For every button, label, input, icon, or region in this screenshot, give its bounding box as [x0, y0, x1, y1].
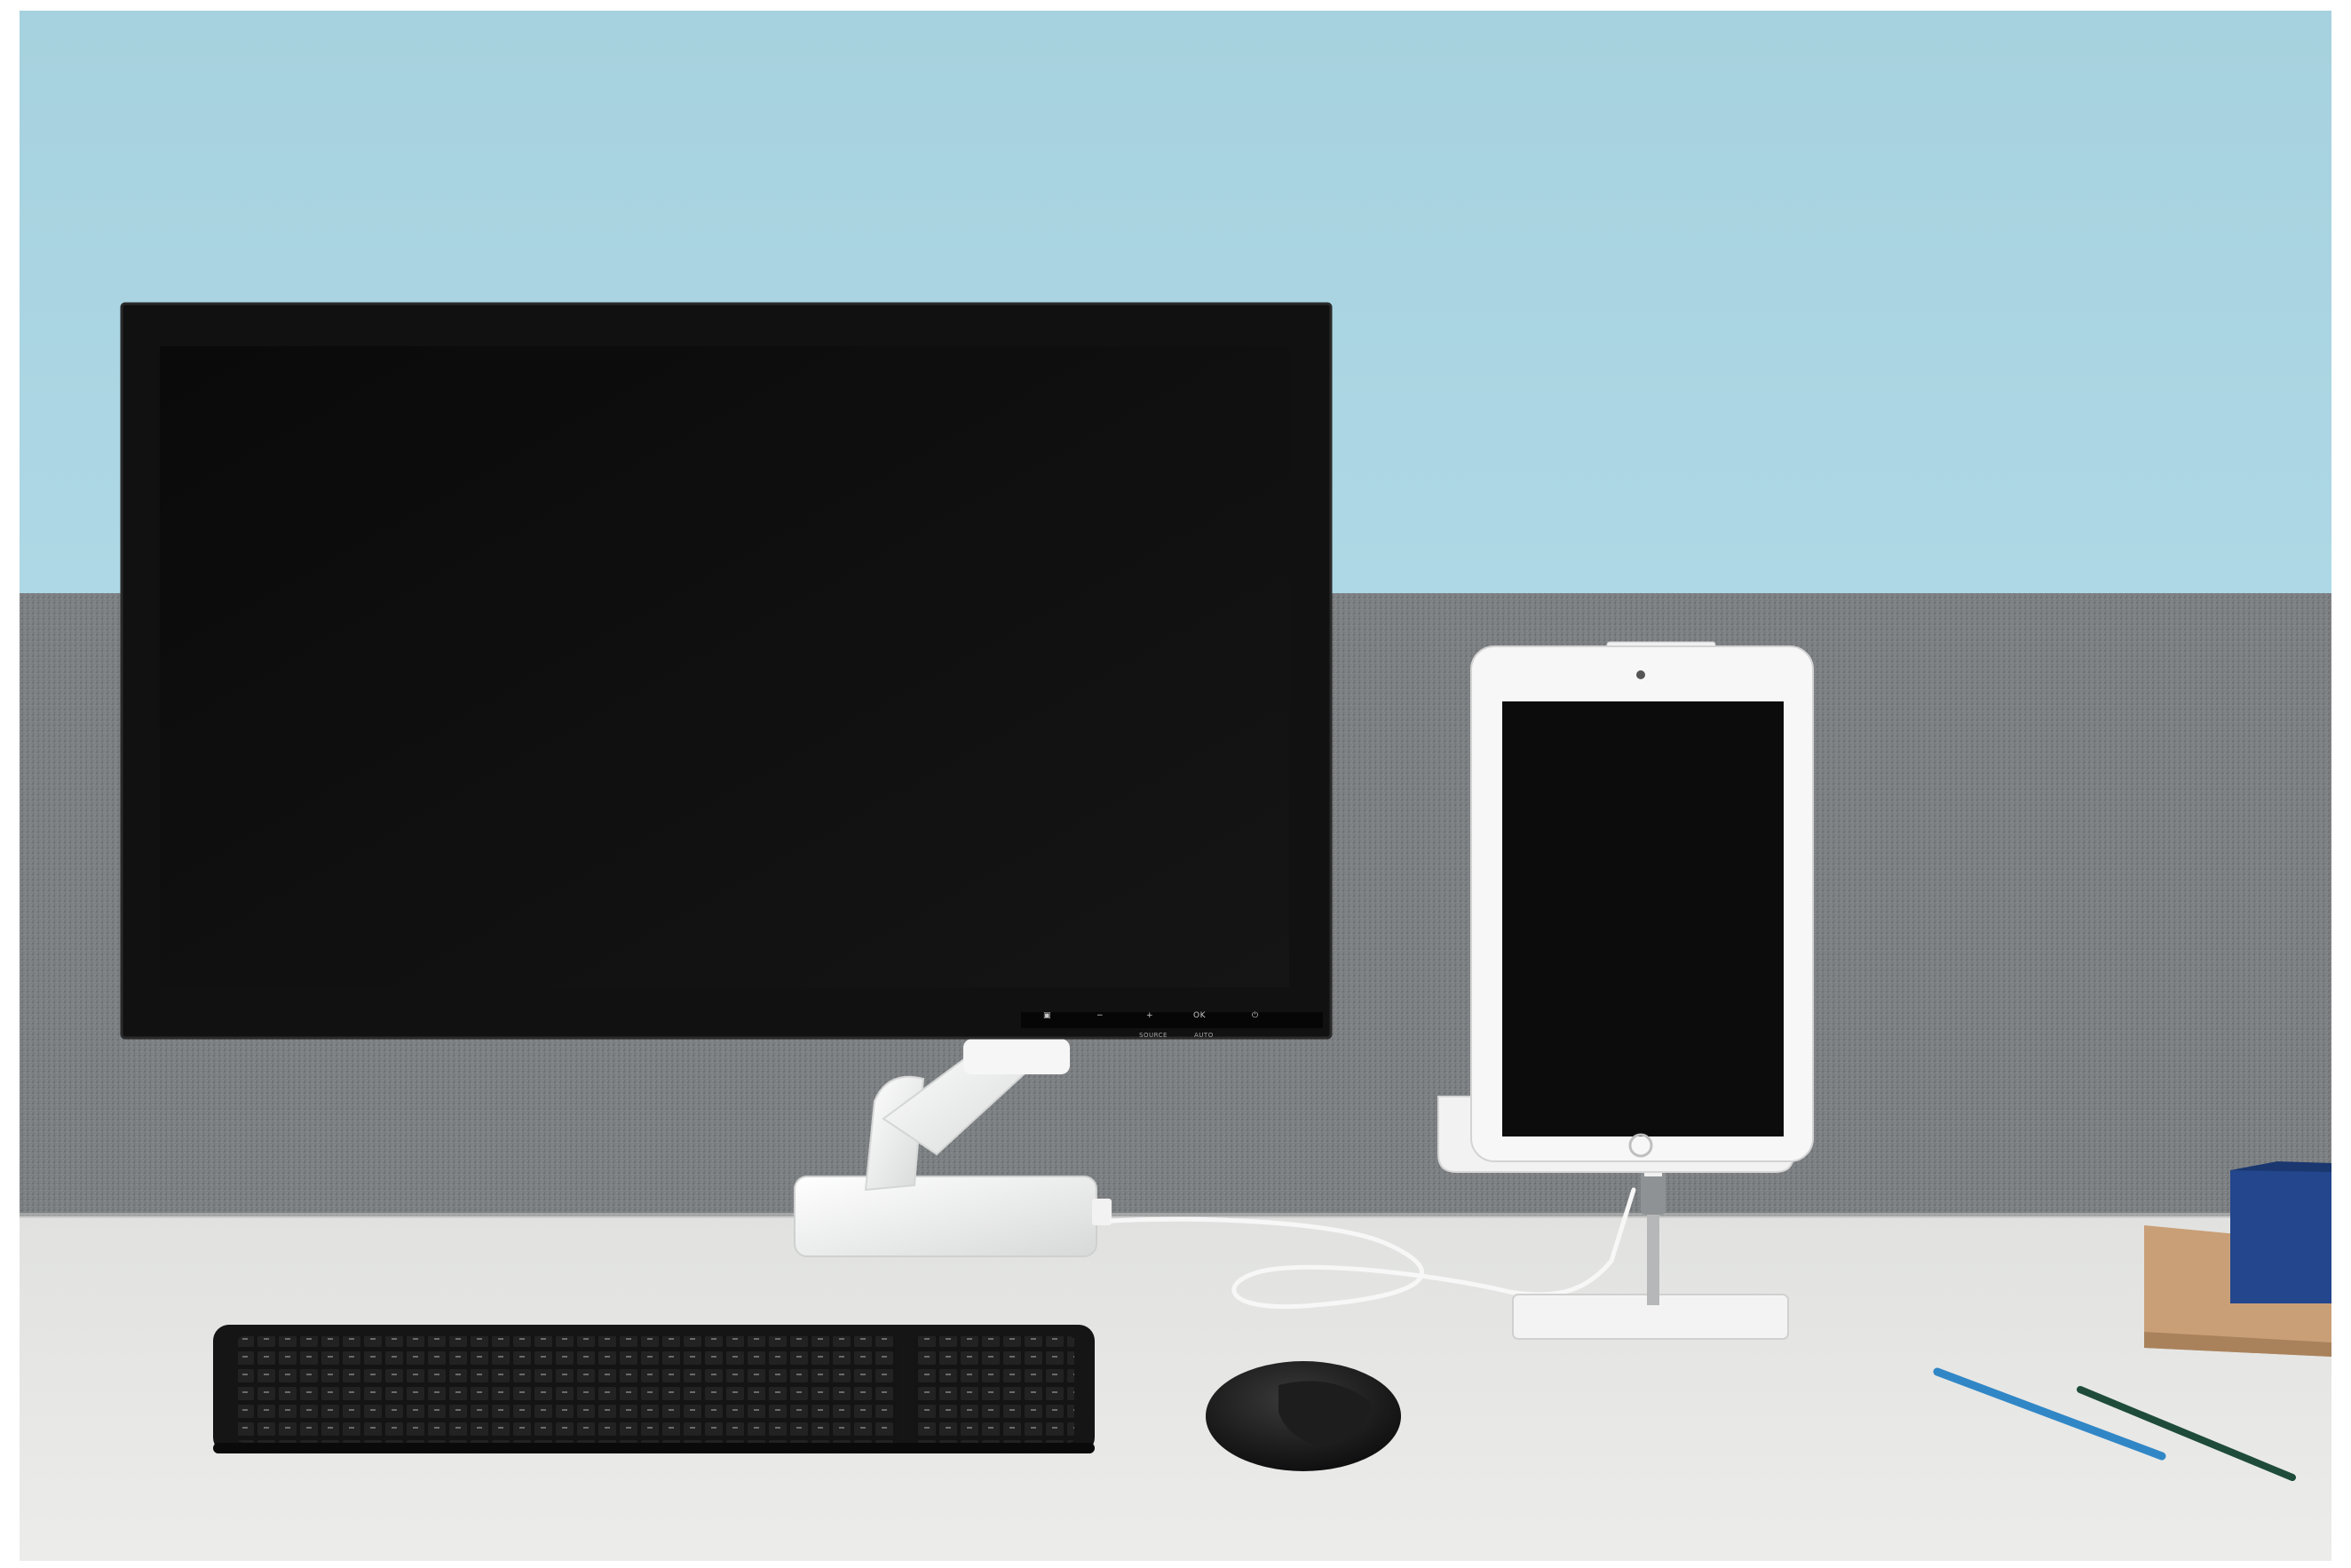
mouse [1206, 1361, 1401, 1471]
power-icon: ⏻ [1252, 1011, 1259, 1020]
monitor-screen [160, 346, 1289, 987]
tablet [1470, 641, 1814, 1162]
photo-illustration [20, 11, 2331, 1561]
monitor-button-1: ▣ [1043, 1011, 1052, 1020]
monitor-caption-auto: AUTO [1194, 1032, 1214, 1039]
monitor-button-3: + [1146, 1011, 1154, 1020]
monitor-button-4: OK [1193, 1011, 1206, 1020]
keyboard [213, 1325, 1095, 1453]
desk-photo: ▣ − + OK ⏻ SOURCE AUTO [0, 0, 2351, 1564]
monitor-caption-source: SOURCE [1139, 1032, 1168, 1039]
monitor-button-2: − [1096, 1011, 1104, 1020]
monitor [120, 302, 1333, 1040]
